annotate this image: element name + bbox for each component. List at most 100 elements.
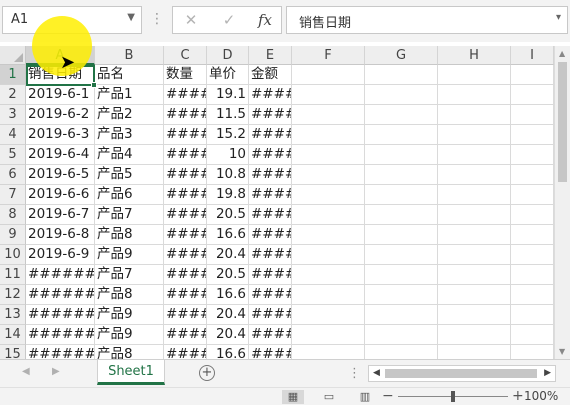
zoom-in-icon[interactable]: + [512, 388, 524, 404]
cell-c4[interactable]: #### [164, 125, 207, 145]
cell-f8[interactable] [292, 205, 365, 225]
cell-a6[interactable]: 2019-6-5 [26, 165, 95, 185]
normal-view-icon[interactable]: ▦ [282, 390, 304, 404]
cell-i5[interactable] [511, 145, 554, 165]
cell-d2[interactable]: 19.1 [207, 85, 249, 105]
cell-g1[interactable] [365, 65, 438, 85]
select-all-button[interactable] [0, 46, 26, 65]
cell-c9[interactable]: #### [164, 225, 207, 245]
cell-a1[interactable]: 销售日期 [26, 65, 95, 85]
cell-g11[interactable] [365, 265, 438, 285]
cell-g9[interactable] [365, 225, 438, 245]
cell-e11[interactable]: #### [249, 265, 292, 285]
cell-i9[interactable] [511, 225, 554, 245]
cell-b5[interactable]: 产品4 [95, 145, 164, 165]
chevron-down-icon[interactable]: ▼ [127, 12, 135, 23]
cell-c15[interactable]: #### [164, 345, 207, 359]
cell-a14[interactable]: ####### [26, 325, 95, 345]
add-sheet-icon[interactable]: + [199, 365, 215, 381]
cell-i13[interactable] [511, 305, 554, 325]
column-header-f[interactable]: F [292, 46, 365, 65]
horizontal-scrollbar[interactable]: ◀ ▶ [368, 365, 556, 382]
column-header-c[interactable]: C [164, 46, 207, 65]
cell-b6[interactable]: 产品5 [95, 165, 164, 185]
cell-a15[interactable]: ####### [26, 345, 95, 359]
cell-c6[interactable]: #### [164, 165, 207, 185]
cell-a7[interactable]: 2019-6-6 [26, 185, 95, 205]
cell-d13[interactable]: 20.4 [207, 305, 249, 325]
page-layout-icon[interactable]: ▭ [318, 390, 340, 404]
cell-d4[interactable]: 15.2 [207, 125, 249, 145]
cell-f10[interactable] [292, 245, 365, 265]
cell-b8[interactable]: 产品7 [95, 205, 164, 225]
row-header[interactable]: 4 [0, 125, 26, 145]
cell-i4[interactable] [511, 125, 554, 145]
cell-i2[interactable] [511, 85, 554, 105]
cell-i3[interactable] [511, 105, 554, 125]
cell-e14[interactable]: #### [249, 325, 292, 345]
column-header-i[interactable]: I [511, 46, 554, 65]
row-header[interactable]: 15 [0, 345, 26, 359]
cell-f9[interactable] [292, 225, 365, 245]
cell-h2[interactable] [438, 85, 511, 105]
cell-h11[interactable] [438, 265, 511, 285]
cell-h9[interactable] [438, 225, 511, 245]
cell-b3[interactable]: 产品2 [95, 105, 164, 125]
vertical-scroll-thumb[interactable] [558, 62, 567, 182]
cell-h12[interactable] [438, 285, 511, 305]
cell-e8[interactable]: #### [249, 205, 292, 225]
cell-d8[interactable]: 20.5 [207, 205, 249, 225]
column-header-d[interactable]: D [207, 46, 249, 65]
cell-i15[interactable] [511, 345, 554, 359]
cell-h1[interactable] [438, 65, 511, 85]
cell-c13[interactable]: #### [164, 305, 207, 325]
cell-e3[interactable]: #### [249, 105, 292, 125]
page-break-preview-icon[interactable]: ▥ [354, 390, 376, 404]
row-header[interactable]: 2 [0, 85, 26, 105]
vertical-dots-icon[interactable]: ⋮ [348, 366, 361, 381]
row-header[interactable]: 1 [0, 65, 26, 85]
cell-h7[interactable] [438, 185, 511, 205]
scroll-up-icon[interactable]: ▲ [559, 49, 565, 58]
cell-i1[interactable] [511, 65, 554, 85]
cell-a10[interactable]: 2019-6-9 [26, 245, 95, 265]
cell-f4[interactable] [292, 125, 365, 145]
cell-d11[interactable]: 20.5 [207, 265, 249, 285]
cell-h3[interactable] [438, 105, 511, 125]
cell-e1[interactable]: 金额 [249, 65, 292, 85]
vertical-scrollbar[interactable]: ▲ ▼ [554, 46, 570, 359]
horizontal-scroll-thumb[interactable] [385, 369, 537, 378]
row-header[interactable]: 8 [0, 205, 26, 225]
cell-b15[interactable]: 产品8 [95, 345, 164, 359]
cell-b7[interactable]: 产品6 [95, 185, 164, 205]
cell-e2[interactable]: #### [249, 85, 292, 105]
cell-a3[interactable]: 2019-6-2 [26, 105, 95, 125]
cell-a9[interactable]: 2019-6-8 [26, 225, 95, 245]
cell-a8[interactable]: 2019-6-7 [26, 205, 95, 225]
cell-g6[interactable] [365, 165, 438, 185]
scroll-left-icon[interactable]: ◀ [373, 368, 380, 378]
cell-b13[interactable]: 产品9 [95, 305, 164, 325]
cell-h14[interactable] [438, 325, 511, 345]
cell-d9[interactable]: 16.6 [207, 225, 249, 245]
row-header[interactable]: 3 [0, 105, 26, 125]
cell-i14[interactable] [511, 325, 554, 345]
cell-c7[interactable]: #### [164, 185, 207, 205]
cell-c12[interactable]: #### [164, 285, 207, 305]
cell-h6[interactable] [438, 165, 511, 185]
cell-g14[interactable] [365, 325, 438, 345]
cell-c11[interactable]: #### [164, 265, 207, 285]
formula-input[interactable]: 销售日期 ▾ [286, 6, 568, 34]
cell-c8[interactable]: #### [164, 205, 207, 225]
row-header[interactable]: 9 [0, 225, 26, 245]
cell-c1[interactable]: 数量 [164, 65, 207, 85]
cell-a11[interactable]: ####### [26, 265, 95, 285]
cell-e5[interactable]: #### [249, 145, 292, 165]
row-header[interactable]: 12 [0, 285, 26, 305]
cell-h10[interactable] [438, 245, 511, 265]
cell-e13[interactable]: #### [249, 305, 292, 325]
cell-g8[interactable] [365, 205, 438, 225]
cell-i11[interactable] [511, 265, 554, 285]
cell-e4[interactable]: #### [249, 125, 292, 145]
cell-f13[interactable] [292, 305, 365, 325]
